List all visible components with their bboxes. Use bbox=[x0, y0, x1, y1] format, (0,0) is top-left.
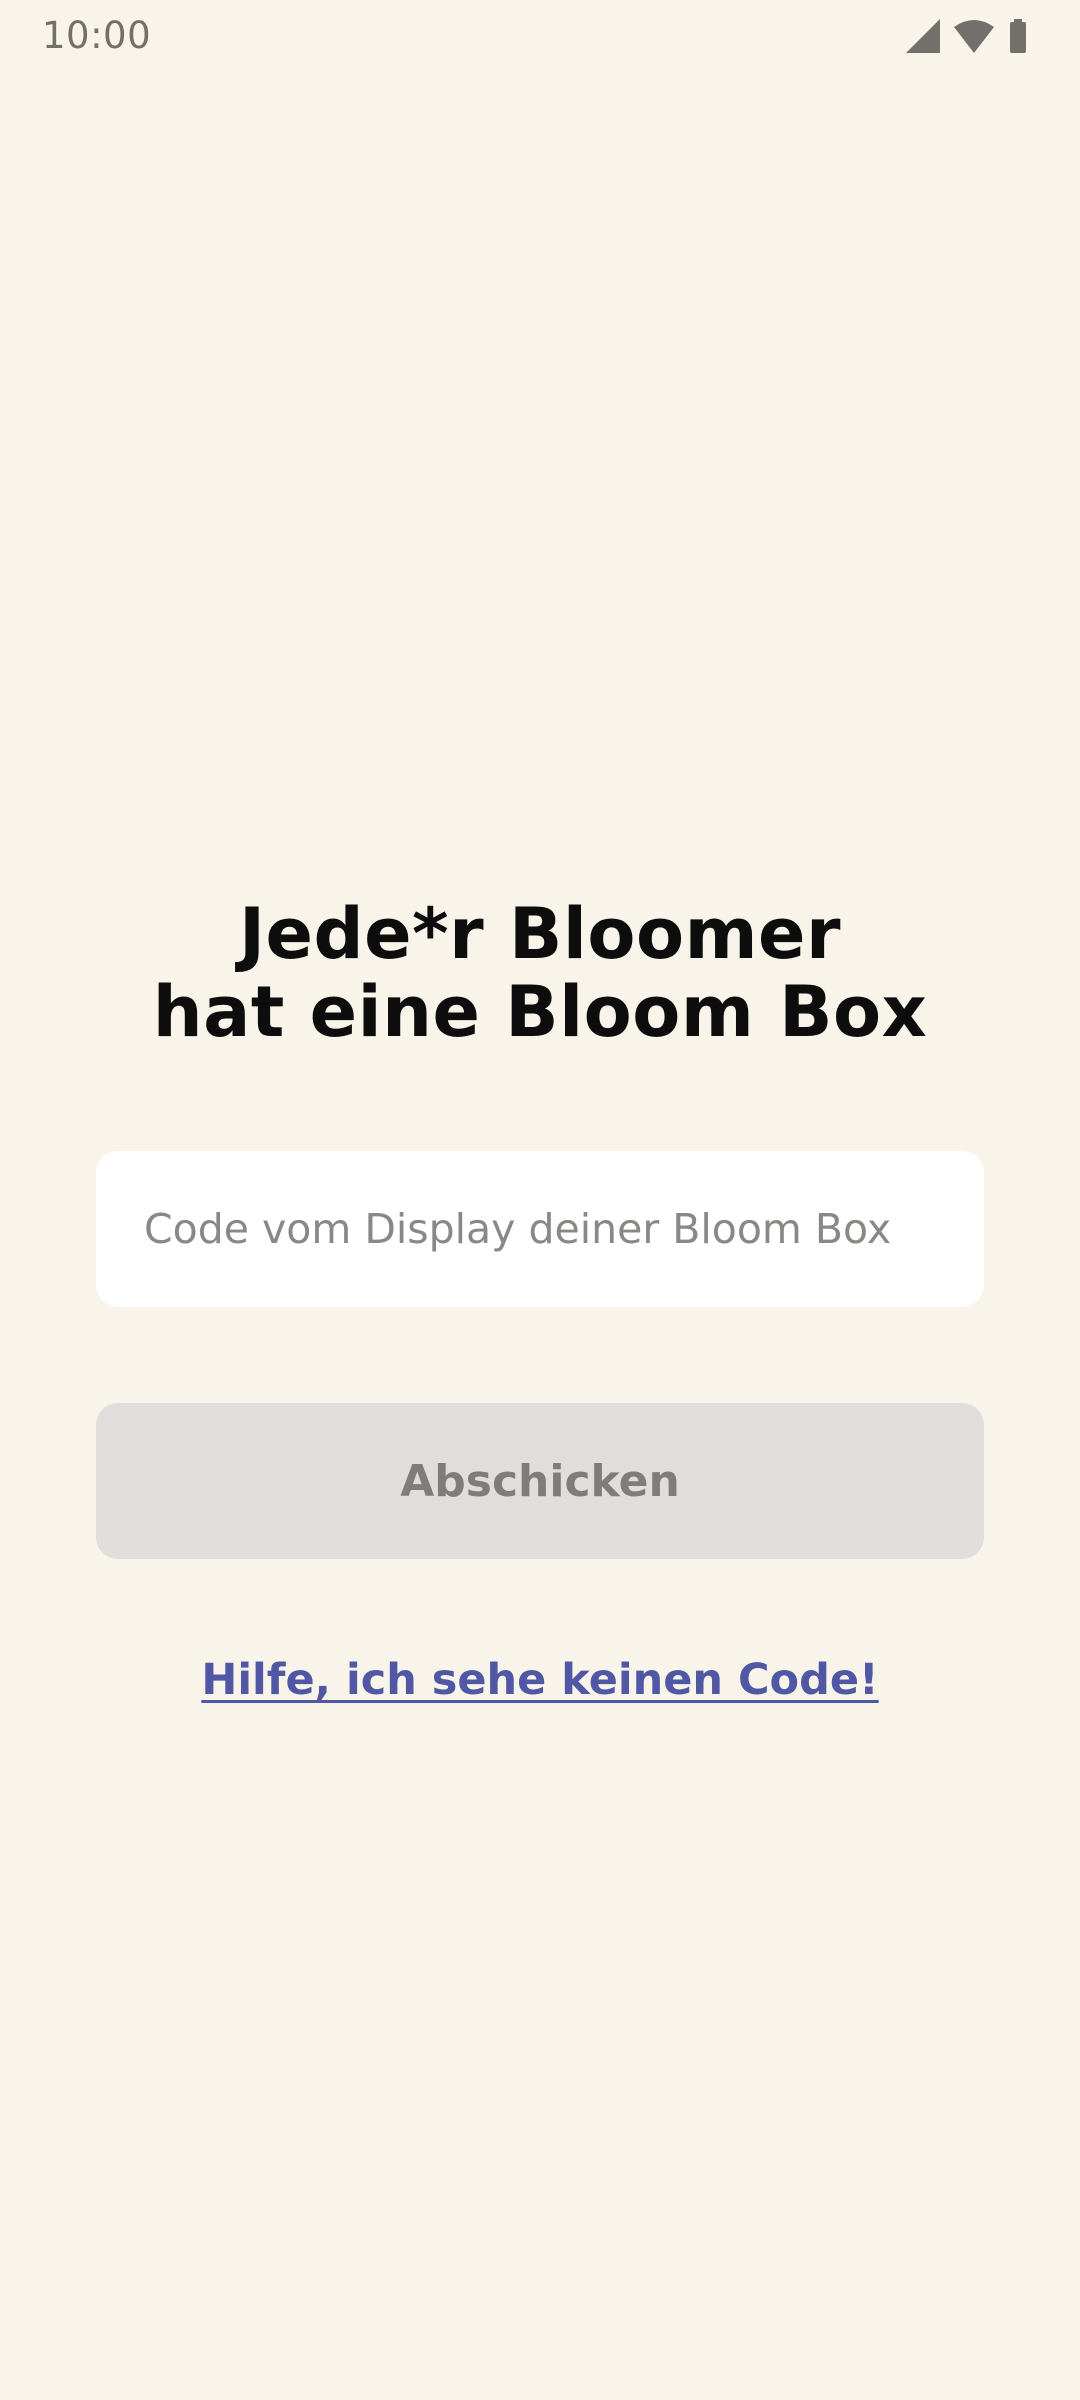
submit-button[interactable]: Abschicken bbox=[96, 1403, 984, 1559]
title-line-2: hat eine Bloom Box bbox=[152, 971, 928, 1053]
title-line-1: Jede*r Bloomer bbox=[238, 893, 842, 975]
help-link[interactable]: Hilfe, ich sehe keinen Code! bbox=[201, 1655, 878, 1705]
cellular-signal-icon bbox=[906, 19, 940, 53]
status-bar: 10:00 bbox=[0, 0, 1080, 72]
battery-icon bbox=[1008, 19, 1028, 53]
wifi-icon bbox=[954, 19, 994, 53]
status-time: 10:00 bbox=[42, 14, 152, 57]
code-input[interactable] bbox=[96, 1151, 984, 1307]
page-title: Jede*r Bloomer hat eine Bloom Box bbox=[0, 895, 1080, 1051]
help-link-container: Hilfe, ich sehe keinen Code! bbox=[0, 1655, 1080, 1705]
status-icons bbox=[906, 18, 1028, 54]
app-screen: 10:00 Jede*r Bloomer hat eine Bloom Box … bbox=[0, 0, 1080, 2400]
code-field-container bbox=[96, 1151, 984, 1307]
